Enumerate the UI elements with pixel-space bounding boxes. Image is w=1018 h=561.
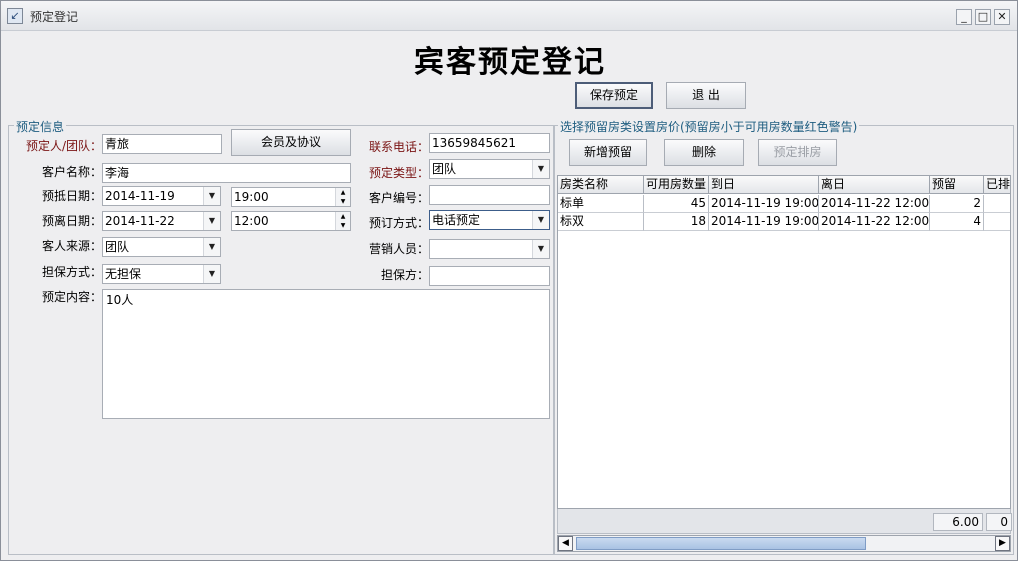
arrive-date-value: 2014-11-19 — [105, 189, 175, 203]
sales-person-select[interactable]: ▼ — [429, 239, 550, 259]
page-title: 宾客预定登记 — [414, 45, 606, 80]
depart-date-value: 2014-11-22 — [105, 214, 175, 228]
table-row[interactable]: 标双 18 2014-11-19 19:00:00 2014-11-22 12:… — [558, 213, 1010, 231]
member-agreement-button[interactable]: 会员及协议 — [231, 129, 351, 156]
booking-content-textarea[interactable]: 10人 — [102, 289, 550, 419]
customer-name-input[interactable]: 李海 — [102, 163, 351, 183]
table-cell[interactable]: 2014-11-19 19:00:00 — [709, 213, 819, 231]
minimize-icon[interactable]: _ — [956, 9, 972, 25]
booker-input[interactable]: 青旅 — [102, 134, 222, 154]
app-arrow-icon: ↙ — [7, 8, 23, 24]
booking-method-label: 预订方式： — [368, 216, 429, 230]
phone-label: 联系电话： — [368, 140, 429, 154]
table-cell[interactable]: 标单 — [558, 195, 644, 213]
room-reservation-legend: 选择预留房类设置房价(预留房小于可用房数量红色警告) — [558, 118, 860, 135]
reserved-total: 6.00 — [933, 513, 983, 531]
guest-source-label: 客人来源： — [41, 239, 102, 253]
table-header: 房类名称 可用房数量 到日 离日 预留 已排 — [558, 176, 1010, 194]
column-header[interactable]: 房类名称 — [558, 176, 644, 194]
customer-number-label: 客户编号： — [368, 191, 429, 205]
chevron-down-icon[interactable]: ▼ — [203, 212, 220, 230]
column-header[interactable]: 预留 — [930, 176, 984, 194]
depart-date-picker[interactable]: 2014-11-22 ▼ — [102, 211, 221, 231]
column-header[interactable]: 可用房数量 — [644, 176, 709, 194]
arrive-time-spinner[interactable]: 19:00 ▲ ▼ — [231, 187, 351, 207]
booking-info-legend: 预定信息 — [14, 118, 67, 135]
table-cell[interactable]: 45 — [644, 195, 709, 213]
arrive-date-picker[interactable]: 2014-11-19 ▼ — [102, 186, 221, 206]
arrive-time-value: 19:00 — [234, 190, 269, 204]
booking-content-label: 预定内容： — [41, 290, 102, 304]
table-cell[interactable]: 2014-11-22 12:00:00 — [819, 195, 930, 213]
delete-button[interactable]: 删除 — [664, 139, 744, 166]
phone-input[interactable]: 13659845621 — [429, 133, 550, 153]
depart-time-spinner[interactable]: 12:00 ▲ ▼ — [231, 211, 351, 231]
table-row[interactable]: 标单 45 2014-11-19 19:00:00 2014-11-22 12:… — [558, 195, 1010, 213]
column-header[interactable]: 到日 — [709, 176, 819, 194]
chevron-down-icon[interactable]: ▼ — [203, 187, 220, 205]
guarantee-method-select[interactable]: 无担保 ▼ — [102, 264, 221, 284]
booker-label: 预定人/团队： — [25, 139, 102, 153]
save-booking-button[interactable]: 保存预定 — [575, 82, 653, 109]
table-summary-footer: 6.00 0 — [557, 509, 1012, 534]
scrollbar-thumb[interactable] — [576, 537, 866, 550]
customer-name-label: 客户名称： — [41, 165, 102, 179]
chevron-down-icon[interactable]: ▼ — [532, 160, 549, 178]
form-client-area: 宾客预定登记 保存预定 退 出 预定信息 预定人/团队： 青旅 会员及协议 客户… — [5, 31, 1015, 558]
title-bar[interactable]: ↙ 预定登记 _ □ ✕ — [1, 1, 1017, 31]
scroll-left-icon[interactable]: ◀ — [558, 536, 573, 551]
maximize-icon[interactable]: □ — [975, 9, 991, 25]
table-cell[interactable]: 2014-11-19 19:00:00 — [709, 195, 819, 213]
depart-date-label: 预离日期： — [41, 214, 102, 228]
guarantor-label: 担保方： — [380, 268, 429, 282]
guest-source-value: 团队 — [105, 240, 130, 254]
table-cell[interactable]: 2 — [930, 195, 984, 213]
booking-type-value: 团队 — [432, 162, 457, 176]
column-header[interactable]: 已排 — [984, 176, 1010, 194]
arrange-rooms-button[interactable]: 预定排房 — [758, 139, 837, 166]
table-cell[interactable]: 18 — [644, 213, 709, 231]
table-cell[interactable] — [984, 195, 1010, 213]
booking-window: ↙ 预定登记 _ □ ✕ 宾客预定登记 保存预定 退 出 预定信息 预定人/团队… — [0, 0, 1018, 561]
chevron-down-icon[interactable]: ▼ — [532, 240, 549, 258]
depart-time-value: 12:00 — [234, 214, 269, 228]
booking-method-select[interactable]: 电话预定 ▼ — [429, 210, 550, 230]
booking-type-select[interactable]: 团队 ▼ — [429, 159, 550, 179]
customer-number-input[interactable] — [429, 185, 550, 205]
table-cell[interactable]: 2014-11-22 12:00:00 — [819, 213, 930, 231]
guarantor-input[interactable] — [429, 266, 550, 286]
arranged-total: 0 — [986, 513, 1012, 531]
guarantee-method-value: 无担保 — [105, 267, 142, 281]
guarantee-method-label: 担保方式： — [41, 265, 102, 279]
horizontal-scrollbar[interactable]: ◀ ▶ — [557, 535, 1011, 552]
booking-method-value: 电话预定 — [432, 213, 481, 227]
arrive-date-label: 预抵日期： — [41, 189, 102, 203]
chevron-down-icon[interactable]: ▼ — [203, 238, 220, 256]
column-header[interactable]: 离日 — [819, 176, 930, 194]
room-type-table: 房类名称 可用房数量 到日 离日 预留 已排 标单 45 2014-11-19 … — [557, 175, 1011, 509]
table-cell[interactable]: 4 — [930, 213, 984, 231]
table-cell[interactable] — [984, 213, 1010, 231]
table-cell[interactable]: 标双 — [558, 213, 644, 231]
chevron-down-icon[interactable]: ▼ — [532, 211, 549, 229]
exit-button[interactable]: 退 出 — [666, 82, 746, 109]
close-icon[interactable]: ✕ — [994, 9, 1010, 25]
guest-source-select[interactable]: 团队 ▼ — [102, 237, 221, 257]
window-title: 预定登记 — [30, 10, 79, 24]
add-reservation-button[interactable]: 新增预留 — [569, 139, 647, 166]
scroll-right-icon[interactable]: ▶ — [995, 536, 1010, 551]
sales-person-label: 营销人员： — [368, 242, 429, 256]
chevron-down-icon[interactable]: ▼ — [203, 265, 220, 283]
booking-type-label: 预定类型： — [368, 166, 429, 180]
